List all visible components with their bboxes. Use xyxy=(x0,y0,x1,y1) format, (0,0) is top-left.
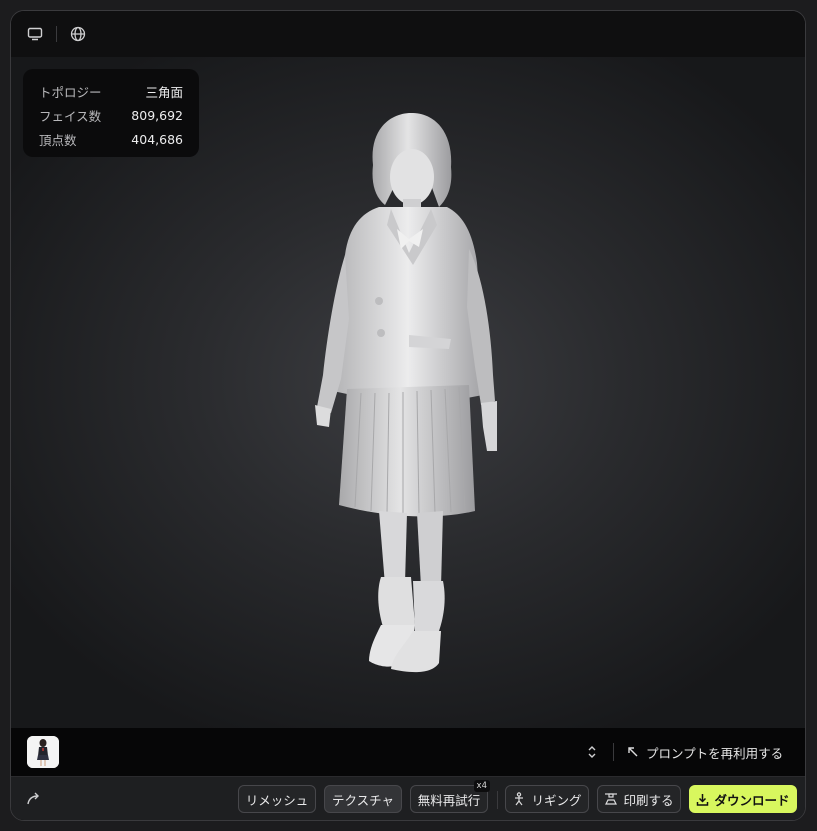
print-label: 印刷する xyxy=(623,792,674,808)
topbar-divider xyxy=(56,26,57,42)
3d-viewport[interactable]: トポロジー 三角面 フェイス数 809,692 頂点数 404,686 xyxy=(11,57,805,728)
action-toolbar: リメッシュ テクスチャ 無料再試行 x4 リギング 印刷する ダウンロード xyxy=(11,776,805,820)
stats-row-vertices: 頂点数 404,686 xyxy=(39,127,183,151)
vertices-value: 404,686 xyxy=(131,131,183,147)
retry-count-badge: x4 xyxy=(473,780,490,792)
globe-icon[interactable] xyxy=(67,23,89,45)
remesh-button[interactable]: リメッシュ xyxy=(238,785,316,813)
reuse-prompt-label: プロンプトを再利用する xyxy=(646,745,784,761)
download-button[interactable]: ダウンロード xyxy=(689,785,797,813)
arrow-up-left-icon xyxy=(628,747,638,757)
monitor-icon[interactable] xyxy=(24,23,46,45)
stats-row-topology: トポロジー 三角面 xyxy=(39,79,183,103)
print-button[interactable]: 印刷する xyxy=(597,785,681,813)
model-viewer-window: トポロジー 三角面 フェイス数 809,692 頂点数 404,686 プロンプ… xyxy=(10,10,806,821)
expand-collapse-icon[interactable] xyxy=(585,743,599,761)
free-retry-label: 無料再試行 xyxy=(417,792,481,808)
prompt-bar: プロンプトを再利用する xyxy=(11,728,805,776)
toolbar-divider xyxy=(497,791,498,809)
viewer-topbar xyxy=(11,11,805,57)
faces-label: フェイス数 xyxy=(39,108,102,124)
free-retry-button[interactable]: 無料再試行 x4 xyxy=(410,780,490,813)
topology-label: トポロジー xyxy=(39,84,102,100)
reuse-prompt-button[interactable]: プロンプトを再利用する xyxy=(627,740,783,764)
stats-row-faces: フェイス数 809,692 xyxy=(39,103,183,127)
model-stats-panel: トポロジー 三角面 フェイス数 809,692 頂点数 404,686 xyxy=(23,69,199,157)
texture-button[interactable]: テクスチャ xyxy=(324,785,402,813)
faces-value: 809,692 xyxy=(131,107,183,123)
printer-3d-icon xyxy=(605,793,618,805)
3d-model-figure xyxy=(315,112,497,673)
topology-value: 三角面 xyxy=(145,84,183,100)
prompt-bar-divider xyxy=(613,743,614,761)
download-icon xyxy=(697,793,709,806)
rigging-icon xyxy=(515,792,524,806)
share-icon[interactable] xyxy=(24,789,44,809)
remesh-label: リメッシュ xyxy=(245,792,309,808)
vertices-label: 頂点数 xyxy=(39,132,77,148)
source-image-thumbnail[interactable] xyxy=(27,736,59,768)
rigging-label: リギング xyxy=(531,792,582,808)
texture-label: テクスチャ xyxy=(331,792,394,808)
download-label: ダウンロード xyxy=(714,792,790,808)
rigging-button[interactable]: リギング xyxy=(505,785,589,813)
